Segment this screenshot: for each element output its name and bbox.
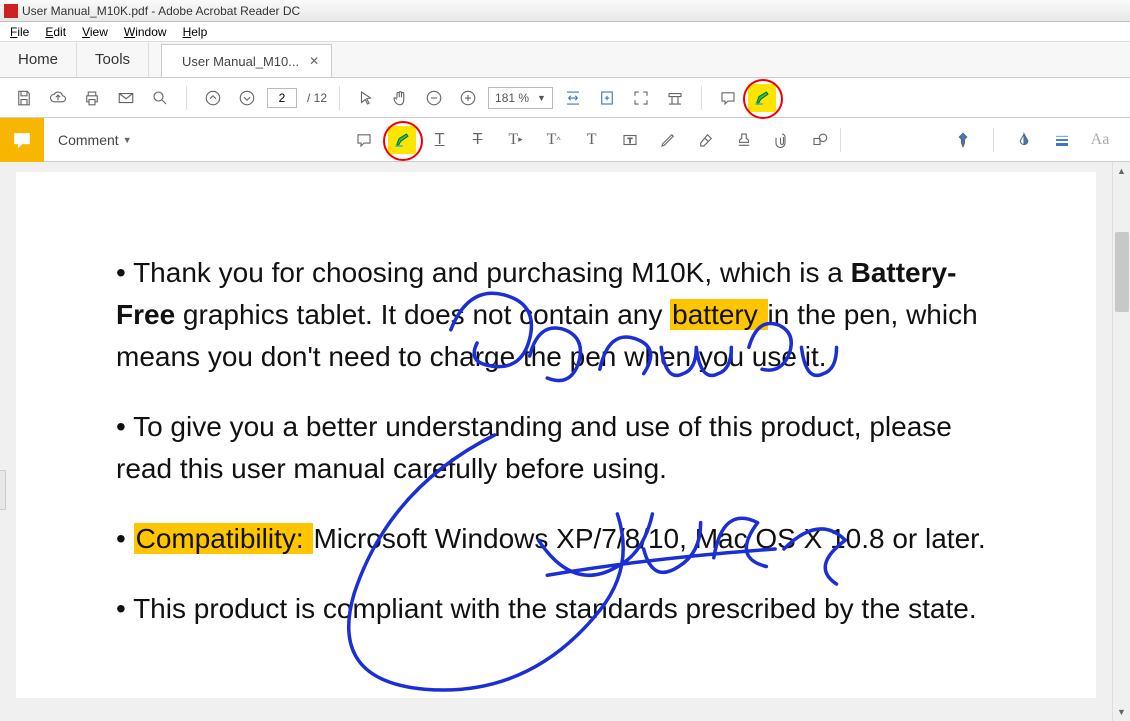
attachment-tool-icon[interactable] xyxy=(768,126,796,154)
page-total: / 12 xyxy=(307,91,327,105)
separator xyxy=(339,86,340,110)
underline-tool-icon[interactable]: T xyxy=(426,126,454,154)
hand-icon[interactable] xyxy=(386,84,414,112)
pdf-page: • Thank you for choosing and purchasing … xyxy=(16,172,1096,698)
document-viewport[interactable]: • Thank you for choosing and purchasing … xyxy=(0,162,1112,721)
paragraph-2: • To give you a better understanding and… xyxy=(116,406,996,490)
menu-help[interactable]: Help xyxy=(177,23,214,41)
fit-width-icon[interactable] xyxy=(559,84,587,112)
line-thickness-icon[interactable] xyxy=(1048,126,1076,154)
insert-text-tool-icon[interactable]: T^ xyxy=(540,126,568,154)
highlighted-text[interactable]: battery xyxy=(670,299,767,330)
text-format-icon[interactable]: Aa xyxy=(1086,126,1114,154)
menu-edit[interactable]: Edit xyxy=(39,23,72,41)
text: graphics tablet. It does not contain any xyxy=(175,299,670,330)
separator xyxy=(186,86,187,110)
separator xyxy=(840,128,841,152)
eraser-tool-icon[interactable] xyxy=(692,126,720,154)
paragraph-3: • Compatibility: Microsoft Windows XP/7/… xyxy=(116,518,996,560)
separator xyxy=(701,86,702,110)
sticky-note-tool-icon[interactable] xyxy=(350,126,378,154)
add-text-tool-icon[interactable]: T xyxy=(578,126,606,154)
fullscreen-icon[interactable] xyxy=(627,84,655,112)
panel-grip-left[interactable] xyxy=(0,470,6,510)
menu-view[interactable]: View xyxy=(76,23,114,41)
comment-toolbar: Comment ▼ T T T▸ T^ T T Aa xyxy=(0,118,1130,162)
fit-page-icon[interactable] xyxy=(593,84,621,112)
save-icon[interactable] xyxy=(10,84,38,112)
window-titlebar: User Manual_M10K.pdf - Adobe Acrobat Rea… xyxy=(0,0,1130,22)
menu-window[interactable]: Window xyxy=(118,23,173,41)
text: • Thank you for choosing and purchasing … xyxy=(116,257,851,288)
stamp-tool-icon[interactable] xyxy=(730,126,758,154)
zoom-in-icon[interactable] xyxy=(454,84,482,112)
zoom-level-value: 181 % xyxy=(495,91,529,105)
shapes-tool-icon[interactable] xyxy=(806,126,834,154)
window-title: User Manual_M10K.pdf - Adobe Acrobat Rea… xyxy=(22,4,300,18)
page-up-icon[interactable] xyxy=(199,84,227,112)
textbox-tool-icon[interactable]: T xyxy=(616,126,644,154)
page-number-input[interactable] xyxy=(267,88,297,108)
comment-panel-icon[interactable] xyxy=(0,118,44,162)
read-mode-icon[interactable] xyxy=(661,84,689,112)
zoom-level-select[interactable]: 181 % ▼ xyxy=(488,87,553,109)
text: • xyxy=(116,523,134,554)
tab-document-label: User Manual_M10... xyxy=(182,54,299,69)
vertical-scrollbar[interactable]: ▲ ▼ xyxy=(1112,162,1130,721)
scroll-thumb[interactable] xyxy=(1115,232,1129,312)
scroll-up-icon[interactable]: ▲ xyxy=(1113,162,1130,180)
comment-label-text: Comment xyxy=(58,132,119,148)
menu-bar: File Edit View Window Help xyxy=(0,22,1130,42)
replace-text-tool-icon[interactable]: T▸ xyxy=(502,126,530,154)
highlighted-text[interactable]: Compatibility: xyxy=(134,523,314,554)
tab-home[interactable]: Home xyxy=(0,42,77,77)
comment-dropdown[interactable]: Comment ▼ xyxy=(44,132,140,148)
zoom-out-icon[interactable] xyxy=(420,84,448,112)
chevron-down-icon: ▼ xyxy=(537,93,546,103)
search-icon[interactable] xyxy=(146,84,174,112)
highlight-tool-comment[interactable] xyxy=(388,126,416,154)
tab-document[interactable]: User Manual_M10... ✕ xyxy=(161,44,332,77)
menu-file[interactable]: File xyxy=(4,23,35,41)
tabs-bar: Home Tools User Manual_M10... ✕ xyxy=(0,42,1130,78)
pin-tool-icon[interactable] xyxy=(949,126,977,154)
svg-text:T: T xyxy=(627,136,632,145)
text: Microsoft Windows XP/7/8/10, Mac OS X 10… xyxy=(313,523,985,554)
sticky-note-icon[interactable] xyxy=(714,84,742,112)
separator xyxy=(993,128,994,152)
strikethrough-tool-icon[interactable]: T xyxy=(464,126,492,154)
print-icon[interactable] xyxy=(78,84,106,112)
color-tool-icon[interactable] xyxy=(1010,126,1038,154)
pointer-icon[interactable] xyxy=(352,84,380,112)
email-icon[interactable] xyxy=(112,84,140,112)
app-icon xyxy=(4,4,18,18)
scroll-down-icon[interactable]: ▼ xyxy=(1113,703,1130,721)
main-toolbar: / 12 181 % ▼ xyxy=(0,78,1130,118)
paragraph-1: • Thank you for choosing and purchasing … xyxy=(116,252,996,378)
page-down-icon[interactable] xyxy=(233,84,261,112)
cloud-upload-icon[interactable] xyxy=(44,84,72,112)
paragraph-4: • This product is compliant with the sta… xyxy=(116,588,996,630)
tab-tools[interactable]: Tools xyxy=(77,42,149,77)
chevron-down-icon: ▼ xyxy=(123,135,132,145)
close-tab-icon[interactable]: ✕ xyxy=(309,54,319,68)
highlight-tool-main[interactable] xyxy=(748,84,776,112)
pencil-tool-icon[interactable] xyxy=(654,126,682,154)
